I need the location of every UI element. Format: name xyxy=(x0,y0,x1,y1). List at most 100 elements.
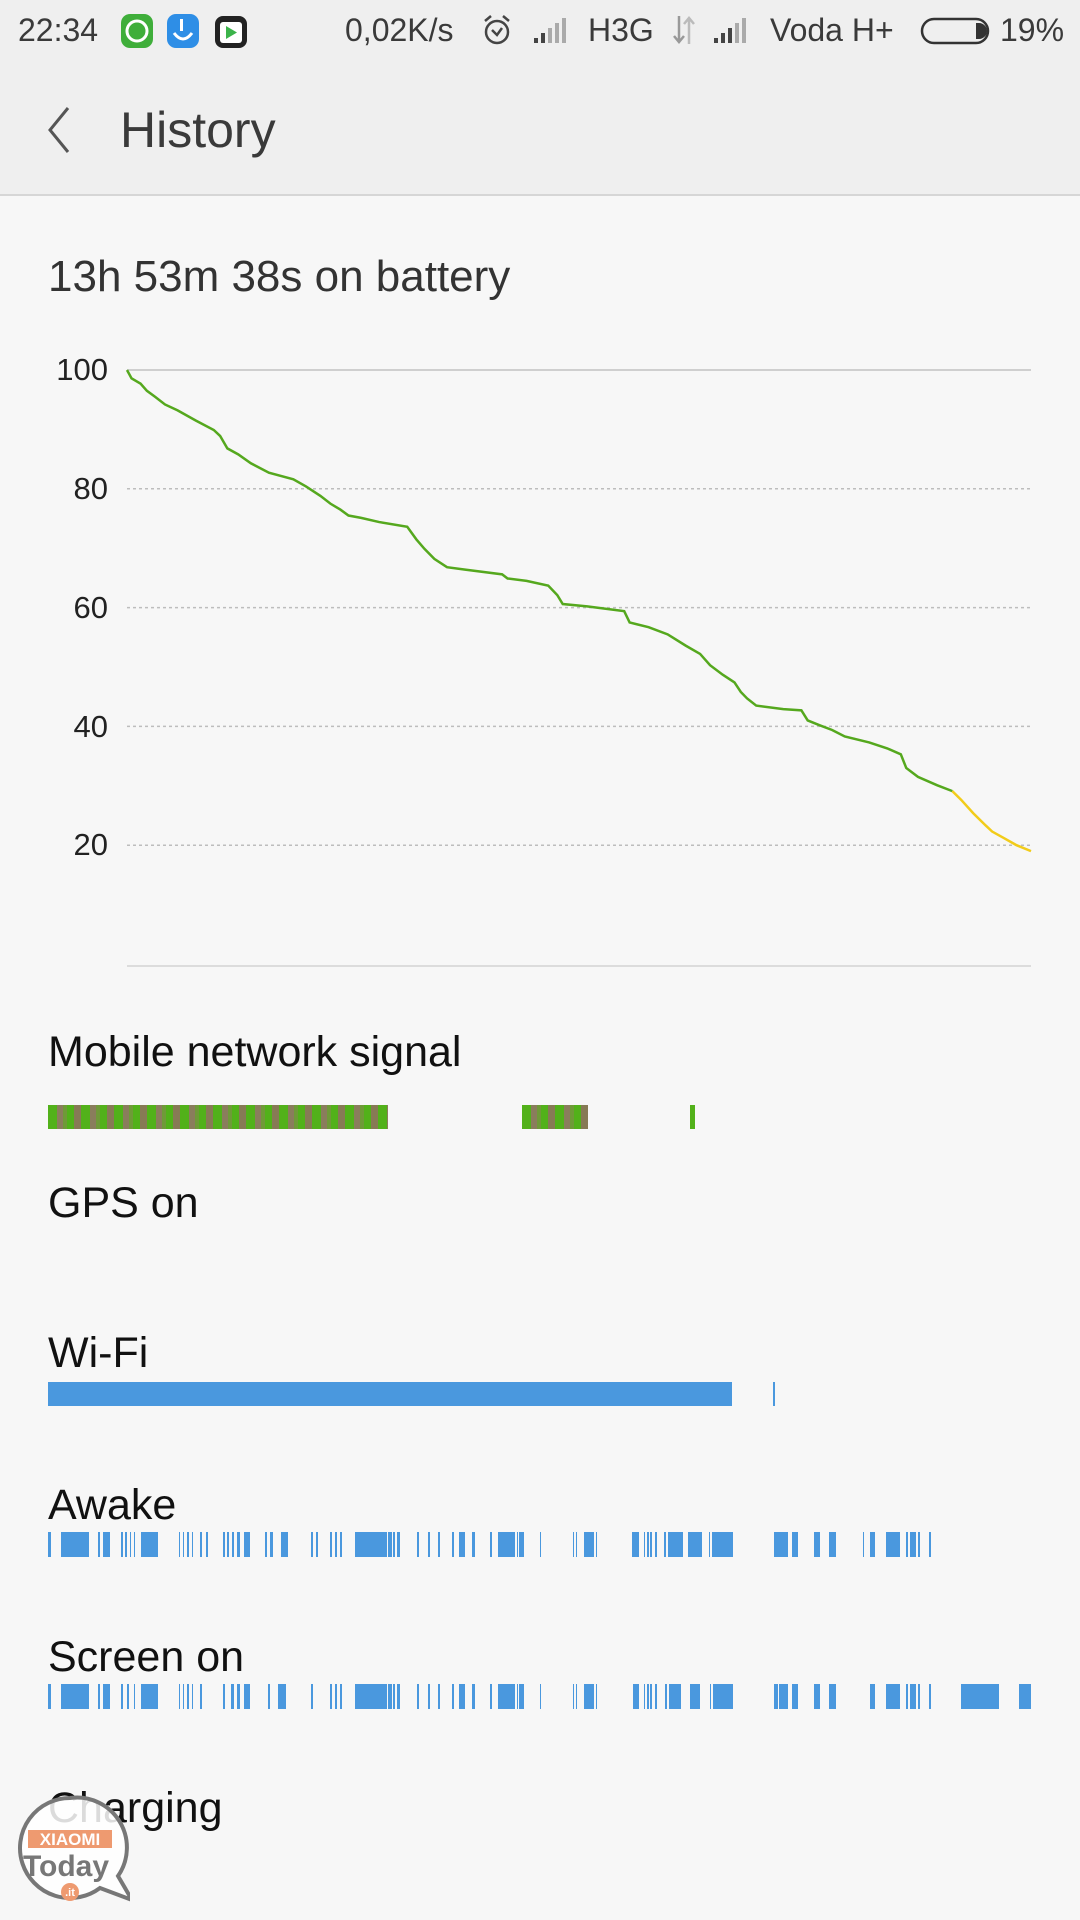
awake-segment xyxy=(708,1532,711,1557)
awake-segment xyxy=(928,1532,931,1557)
awake-segment xyxy=(539,1532,541,1557)
wifi-timeline xyxy=(48,1382,1031,1406)
awake-segment xyxy=(316,1532,319,1557)
screen-on-segment xyxy=(471,1684,475,1709)
screen-on-segment xyxy=(669,1684,682,1709)
screen-on-segment xyxy=(458,1684,465,1709)
awake-segment xyxy=(906,1532,909,1557)
awake-segment xyxy=(631,1532,639,1557)
awake-timeline xyxy=(48,1532,1031,1557)
awake-segment xyxy=(575,1532,578,1557)
svg-text:XIAOMI: XIAOMI xyxy=(40,1830,100,1849)
screen-on-segment xyxy=(649,1684,652,1709)
awake-segment xyxy=(280,1532,288,1557)
screen-on-segment xyxy=(774,1684,779,1709)
screen-on-segment xyxy=(191,1684,194,1709)
svg-text:.it: .it xyxy=(65,1887,75,1899)
screen-on-segment xyxy=(186,1684,189,1709)
awake-segment xyxy=(668,1532,683,1557)
awake-segment xyxy=(393,1532,395,1557)
screen-on-segment xyxy=(133,1684,136,1709)
screen-on-timeline xyxy=(48,1684,1031,1709)
battery-line-low xyxy=(951,790,1032,853)
awake-segment xyxy=(124,1532,127,1557)
awake-segment xyxy=(129,1532,132,1557)
awake-segment xyxy=(471,1532,475,1557)
screen-on-segment xyxy=(813,1684,820,1709)
battery-line-green xyxy=(125,369,953,793)
awake-segment xyxy=(416,1532,419,1557)
screen-on-segment xyxy=(572,1684,575,1709)
screen-on-segment xyxy=(200,1684,202,1709)
awake-segment xyxy=(774,1532,789,1557)
awake-segment xyxy=(226,1532,229,1557)
awake-segment xyxy=(243,1532,250,1557)
screen-on-label: Screen on xyxy=(48,1633,245,1681)
screen-on-segment xyxy=(438,1684,441,1709)
screen-on-segment xyxy=(498,1684,515,1709)
screen-on-segment xyxy=(792,1684,799,1709)
awake-segment xyxy=(649,1532,652,1557)
mobile-signal-label: Mobile network signal xyxy=(48,1028,462,1076)
screen-on-segment xyxy=(654,1684,658,1709)
screen-on-segment xyxy=(583,1684,594,1709)
screen-on-segment xyxy=(141,1684,159,1709)
screen-on-segment xyxy=(311,1684,314,1709)
screen-on-segment xyxy=(906,1684,909,1709)
awake-segment xyxy=(191,1532,194,1557)
awake-segment xyxy=(646,1532,649,1557)
screen-on-segment xyxy=(335,1684,337,1709)
awake-segment xyxy=(206,1532,209,1557)
screen-on-segment xyxy=(490,1684,492,1709)
awake-segment xyxy=(330,1532,333,1557)
screen-on-segment xyxy=(268,1684,271,1709)
awake-segment xyxy=(60,1532,90,1557)
awake-segment xyxy=(862,1532,865,1557)
awake-segment xyxy=(182,1532,185,1557)
awake-segment xyxy=(222,1532,225,1557)
awake-segment xyxy=(917,1532,920,1557)
awake-segment xyxy=(141,1532,159,1557)
awake-segment xyxy=(48,1532,51,1557)
screen-on-segment xyxy=(539,1684,541,1709)
screen-on-segment xyxy=(120,1684,123,1709)
screen-on-segment xyxy=(961,1684,999,1709)
mobile-signal-segment xyxy=(48,1105,389,1129)
awake-segment xyxy=(664,1532,667,1557)
mobile-signal-segment xyxy=(689,1105,695,1129)
awake-segment xyxy=(335,1532,337,1557)
awake-segment xyxy=(813,1532,820,1557)
awake-segment xyxy=(200,1532,202,1557)
screen-on-segment xyxy=(646,1684,649,1709)
screen-on-segment xyxy=(339,1684,342,1709)
awake-segment xyxy=(388,1532,393,1557)
gps-label: GPS on xyxy=(48,1179,199,1227)
screen-on-segment xyxy=(595,1684,598,1709)
screen-on-segment xyxy=(452,1684,454,1709)
awake-segment xyxy=(869,1532,875,1557)
screen-on-segment xyxy=(910,1684,916,1709)
screen-on-segment xyxy=(1019,1684,1031,1709)
awake-segment xyxy=(120,1532,123,1557)
screen-on-segment xyxy=(518,1684,524,1709)
screen-on-segment xyxy=(869,1684,875,1709)
screen-on-segment xyxy=(917,1684,920,1709)
awake-segment xyxy=(438,1532,441,1557)
awake-segment xyxy=(354,1532,388,1557)
screen-on-segment xyxy=(98,1684,101,1709)
screen-on-segment xyxy=(575,1684,578,1709)
gps-timeline xyxy=(48,1232,1031,1256)
awake-segment xyxy=(687,1532,702,1557)
screen-on-segment xyxy=(829,1684,837,1709)
screen-on-segment xyxy=(689,1684,700,1709)
screen-on-segment xyxy=(126,1684,129,1709)
awake-segment xyxy=(792,1532,799,1557)
screen-on-segment xyxy=(48,1684,51,1709)
awake-segment xyxy=(133,1532,136,1557)
awake-segment xyxy=(452,1532,454,1557)
awake-segment xyxy=(428,1532,431,1557)
screen-on-segment xyxy=(236,1684,240,1709)
awake-segment xyxy=(572,1532,575,1557)
awake-segment xyxy=(654,1532,658,1557)
screen-on-segment xyxy=(103,1684,110,1709)
